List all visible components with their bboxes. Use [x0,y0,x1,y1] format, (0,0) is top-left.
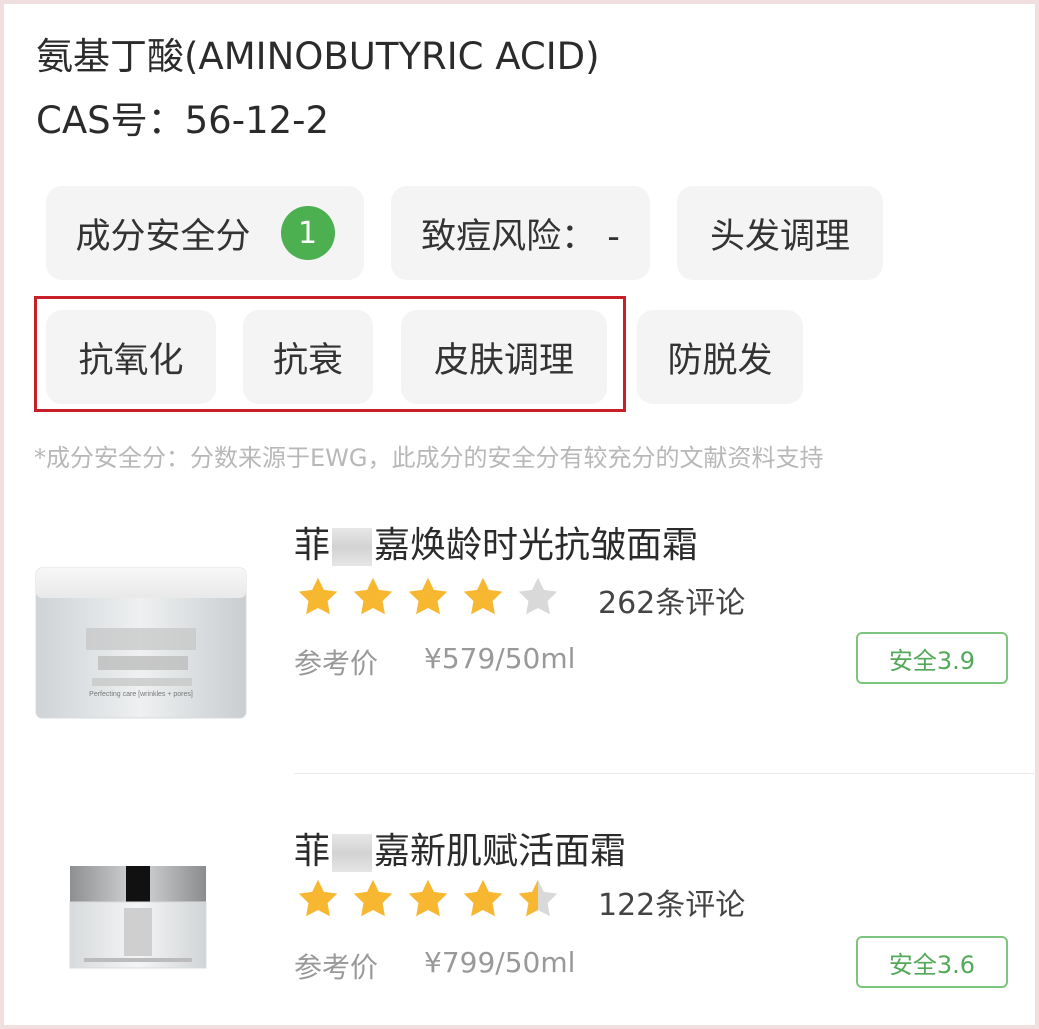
safety-score-badge: 1 [280,206,335,260]
tag-label: 防脱发 [667,340,773,381]
price-label: 参考价 [294,951,379,984]
acne-risk-tag[interactable]: 致痘风险： - [391,186,650,280]
product-name-prefix: 菲 [294,525,331,566]
blurred-text [332,834,373,872]
star-icon [463,577,503,615]
star-icon [353,879,393,917]
blurred-text [332,528,373,566]
product-safety-badge[interactable]: 安全3.9 [856,632,1008,684]
cream-jar-icon [69,866,207,969]
product-image[interactable] [28,806,258,1016]
product-title[interactable]: 菲 嘉焕龄时光抗皱面霜 [294,516,698,568]
product-name-suffix: 嘉新肌赋活面霜 [374,831,627,872]
ingredient-title: 氨基丁酸(AMINOBUTYRIC ACID) [36,35,600,78]
star-icon [298,879,338,917]
product-title[interactable]: 菲 嘉新肌赋活面霜 [294,822,626,874]
price-value: ¥799/50ml [424,946,576,979]
star-icon [298,577,338,615]
star-half-icon [518,879,558,917]
product-name-prefix: 菲 [294,831,331,872]
rating-stars [296,575,560,619]
jar-caption: Perfecting care [wrinkles + pores] [89,691,193,698]
cas-number: CAS号：56-12-2 [36,99,330,142]
product-safety-badge[interactable]: 安全3.6 [856,936,1008,988]
acne-risk-label: 致痘风险： - [421,216,620,257]
rating-stars [296,877,560,921]
product-name-suffix: 嘉焕龄时光抗皱面霜 [374,525,699,566]
star-icon [408,879,448,917]
safety-score-tag[interactable]: 成分安全分 1 [46,186,364,280]
review-count[interactable]: 262条评论 [598,578,745,622]
review-count[interactable]: 122条评论 [598,880,745,924]
safety-score-label: 成分安全分 [75,216,251,257]
tag-anti-hair-loss[interactable]: 防脱发 [637,310,803,404]
price-value: ¥579/50ml [424,642,576,675]
tag-label: 头发调理 [709,216,850,257]
star-icon [408,577,448,615]
safety-score-note: *成分安全分：分数来源于EWG，此成分的安全分有较充分的文献资料支持 [34,444,824,472]
cream-jar-icon: Perfecting care [wrinkles + pores] [35,567,247,719]
price-label: 参考价 [294,647,379,680]
star-icon [463,879,503,917]
star-icon [353,577,393,615]
star-empty-icon [518,577,558,615]
tag-hair-conditioning[interactable]: 头发调理 [677,186,883,280]
product-image[interactable]: Perfecting care [wrinkles + pores] [28,510,258,740]
divider [294,773,1036,774]
highlight-box [34,296,626,412]
